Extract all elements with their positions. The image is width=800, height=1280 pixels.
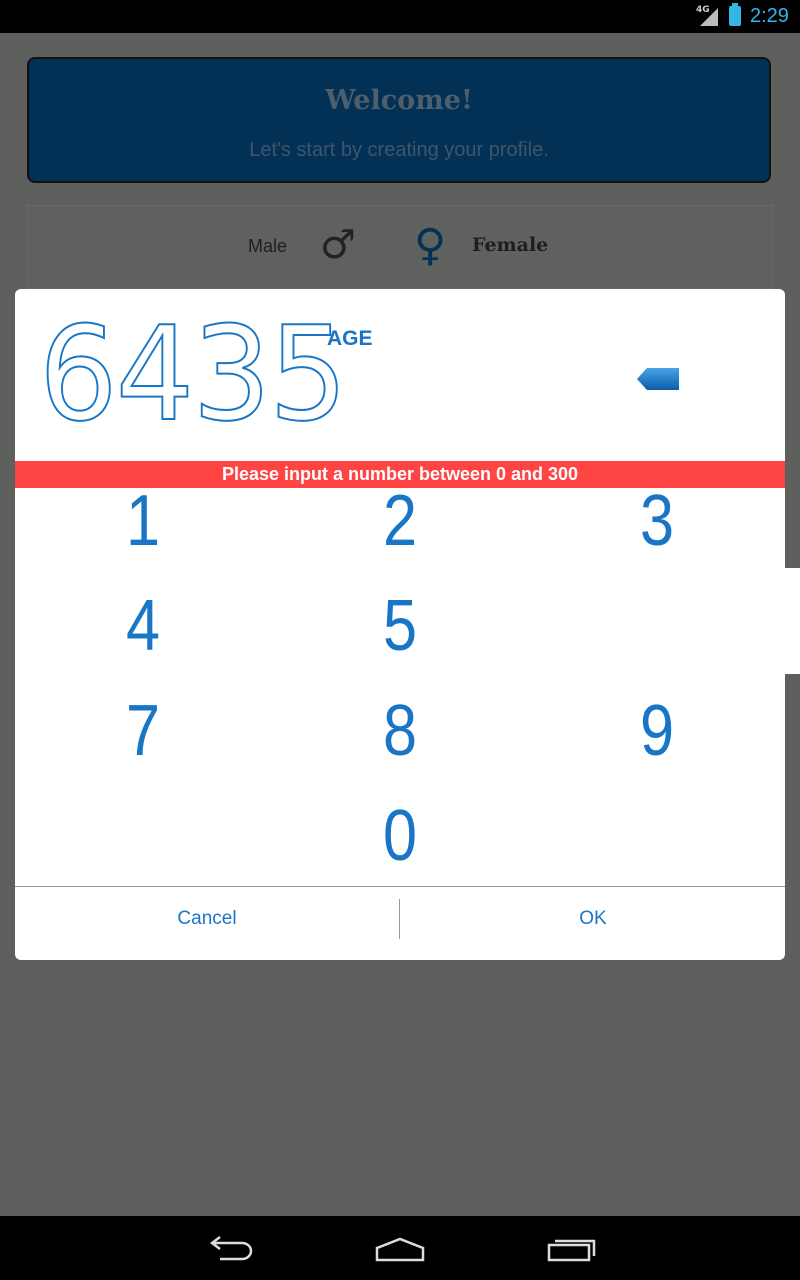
key-5[interactable]: 5: [291, 590, 509, 698]
background-edge: [785, 568, 800, 674]
male-label[interactable]: Male: [248, 236, 287, 257]
battery-icon: [729, 3, 741, 26]
key-1[interactable]: 1: [34, 485, 252, 593]
welcome-title: Welcome!: [325, 85, 473, 116]
button-separator: [399, 899, 400, 939]
clock: 2:29: [750, 5, 789, 27]
key-9[interactable]: 9: [548, 695, 766, 803]
key-8[interactable]: 8: [291, 695, 509, 803]
status-bar: 4G 2:29: [0, 0, 800, 33]
keypad: 1 2 3 4 5 7 8 9 0: [15, 485, 785, 886]
back-icon[interactable]: [200, 1234, 260, 1264]
key-2[interactable]: 2: [291, 485, 509, 593]
number-display: 6435 AGE: [15, 289, 785, 461]
gender-selector: Male ♂ ♀ Female: [27, 205, 773, 289]
unit-label: AGE: [327, 327, 373, 350]
female-icon[interactable]: ♀: [414, 220, 446, 271]
signal-icon: [700, 8, 718, 26]
ok-button[interactable]: OK: [401, 887, 785, 960]
recents-icon[interactable]: [542, 1234, 602, 1264]
welcome-subtitle: Let's start by creating your profile.: [249, 139, 549, 161]
male-icon[interactable]: ♂: [320, 222, 356, 268]
key-4[interactable]: 4: [34, 590, 252, 698]
navigation-bar: [0, 1216, 800, 1280]
backspace-icon[interactable]: [635, 367, 681, 391]
female-label[interactable]: Female: [472, 234, 548, 256]
welcome-banner: Welcome! Let's start by creating your pr…: [27, 57, 771, 183]
cancel-button[interactable]: Cancel: [15, 887, 399, 960]
home-icon[interactable]: [370, 1234, 430, 1264]
entered-value: 6435: [38, 298, 348, 450]
key-3[interactable]: 3: [548, 485, 766, 593]
key-7[interactable]: 7: [34, 695, 252, 803]
age-picker-dialog: 6435 AGE Please input a number between 0…: [15, 289, 785, 960]
